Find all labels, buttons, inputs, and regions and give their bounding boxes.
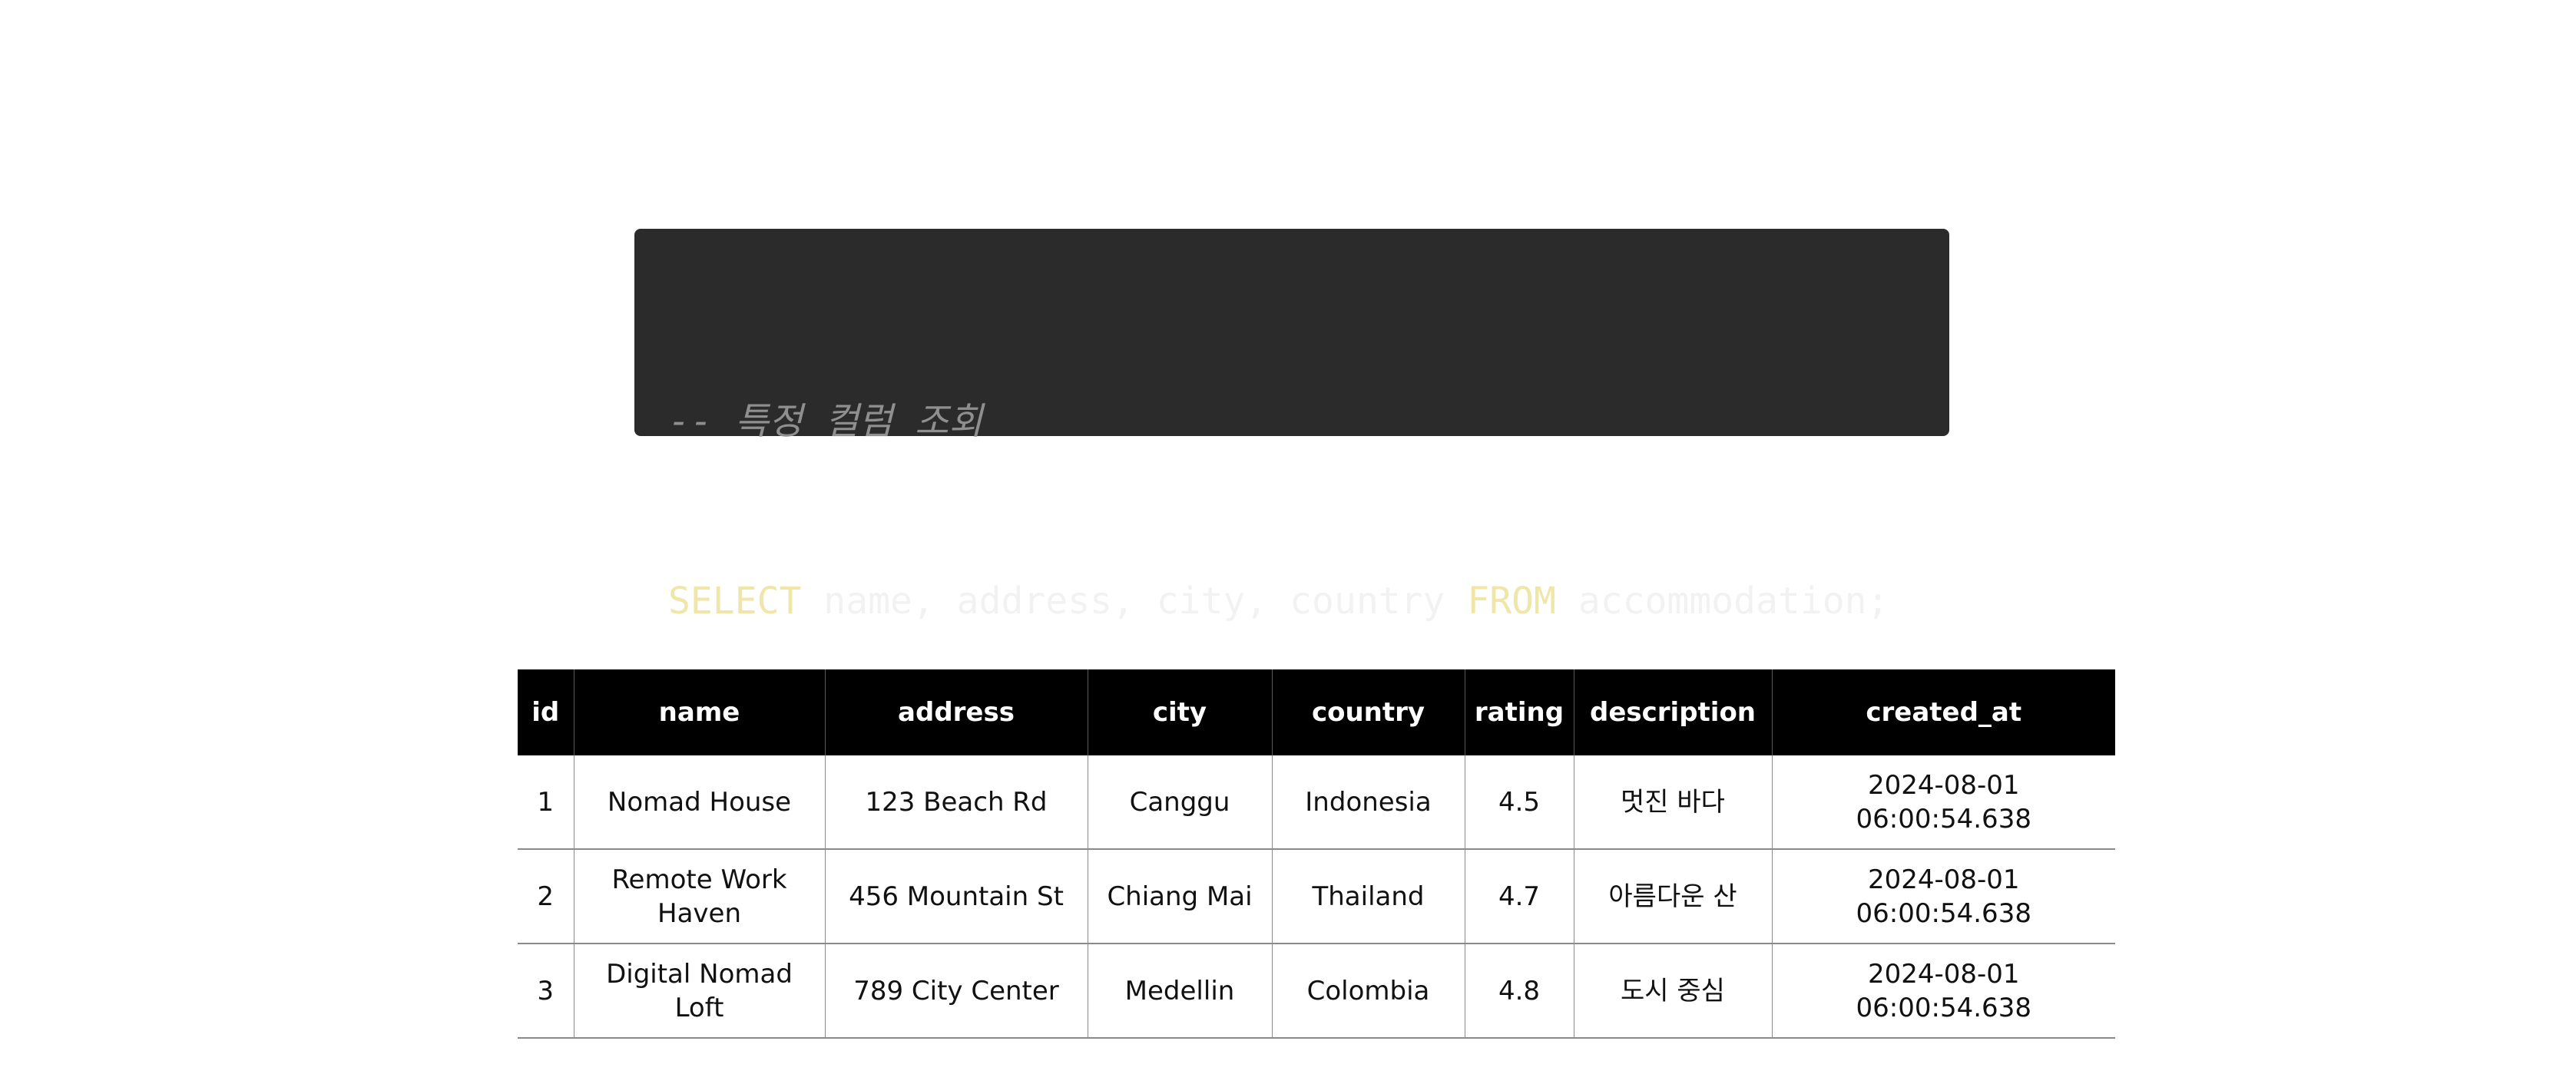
cell-created-at: 2024-08-01 06:00:54.638 bbox=[1772, 755, 2115, 850]
cell-description: 멋진 바다 bbox=[1574, 755, 1773, 850]
column-header-id: id bbox=[518, 669, 574, 755]
column-header-description: description bbox=[1574, 669, 1773, 755]
cell-country: Indonesia bbox=[1272, 755, 1465, 850]
column-header-city: city bbox=[1088, 669, 1273, 755]
query-result-table: id name address city country rating desc… bbox=[518, 669, 2115, 1039]
column-header-created-at: created_at bbox=[1772, 669, 2115, 755]
table-row: 1 Nomad House 123 Beach Rd Canggu Indone… bbox=[518, 755, 2115, 850]
cell-name: Digital Nomad Loft bbox=[574, 944, 826, 1039]
cell-description: 도시 중심 bbox=[1574, 944, 1773, 1039]
cell-created-at: 2024-08-01 06:00:54.638 bbox=[1772, 849, 2115, 944]
cell-id: 2 bbox=[518, 849, 574, 944]
code-comment: -- 특정 컬럼 조회 bbox=[668, 400, 983, 443]
cell-rating: 4.5 bbox=[1465, 755, 1574, 850]
cell-id: 1 bbox=[518, 755, 574, 850]
table-header-row: id name address city country rating desc… bbox=[518, 669, 2115, 755]
cell-description: 아름다운 산 bbox=[1574, 849, 1773, 944]
cell-id: 3 bbox=[518, 944, 574, 1039]
sql-code-block: -- 특정 컬럼 조회 SELECT name, address, city, … bbox=[634, 229, 1949, 623]
cell-address: 789 City Center bbox=[825, 944, 1088, 1039]
column-header-country: country bbox=[1272, 669, 1465, 755]
cell-city: Medellin bbox=[1088, 944, 1273, 1039]
cell-address: 456 Mountain St bbox=[825, 849, 1088, 944]
cell-rating: 4.8 bbox=[1465, 944, 1574, 1039]
cell-city: Canggu bbox=[1088, 755, 1273, 850]
cell-country: Colombia bbox=[1272, 944, 1465, 1039]
cell-address: 123 Beach Rd bbox=[825, 755, 1088, 850]
cell-created-at: 2024-08-01 06:00:54.638 bbox=[1772, 944, 2115, 1039]
code-query-line: SELECT name, address, city, country FROM… bbox=[668, 571, 1949, 631]
cell-name: Nomad House bbox=[574, 755, 826, 850]
cell-rating: 4.7 bbox=[1465, 849, 1574, 944]
table-row: 3 Digital Nomad Loft 789 City Center Med… bbox=[518, 944, 2115, 1039]
cell-name: Remote Work Haven bbox=[574, 849, 826, 944]
code-columns: name, address, city, country bbox=[801, 580, 1468, 623]
keyword-from: FROM bbox=[1467, 580, 1556, 623]
table-row: 2 Remote Work Haven 456 Mountain St Chia… bbox=[518, 849, 2115, 944]
code-table-name: accommodation; bbox=[1555, 580, 1889, 623]
cell-country: Thailand bbox=[1272, 849, 1465, 944]
column-header-rating: rating bbox=[1465, 669, 1574, 755]
column-header-name: name bbox=[574, 669, 826, 755]
cell-city: Chiang Mai bbox=[1088, 849, 1273, 944]
column-header-address: address bbox=[825, 669, 1088, 755]
keyword-select: SELECT bbox=[668, 580, 802, 623]
